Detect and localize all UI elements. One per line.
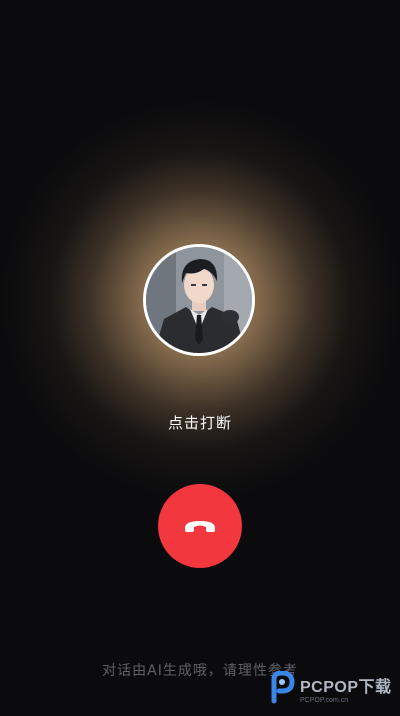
watermark: PCPOP下载 PCPOP.com.cn — [268, 668, 392, 708]
avatar-portrait — [146, 247, 252, 353]
interrupt-hint[interactable]: 点击打断 — [0, 412, 400, 433]
call-screen: 点击打断 对话由AI生成哦，请理性参考 PCPOP下载 PCPOP.com.cn — [0, 0, 400, 716]
watermark-title: PCPOP下载 — [300, 678, 392, 696]
watermark-subtitle: PCPOP.com.cn — [300, 696, 349, 704]
hangup-button[interactable] — [158, 484, 242, 568]
pcpop-logo-icon — [271, 671, 295, 704]
phone-hangup-icon — [185, 521, 215, 532]
avatar — [143, 244, 255, 356]
